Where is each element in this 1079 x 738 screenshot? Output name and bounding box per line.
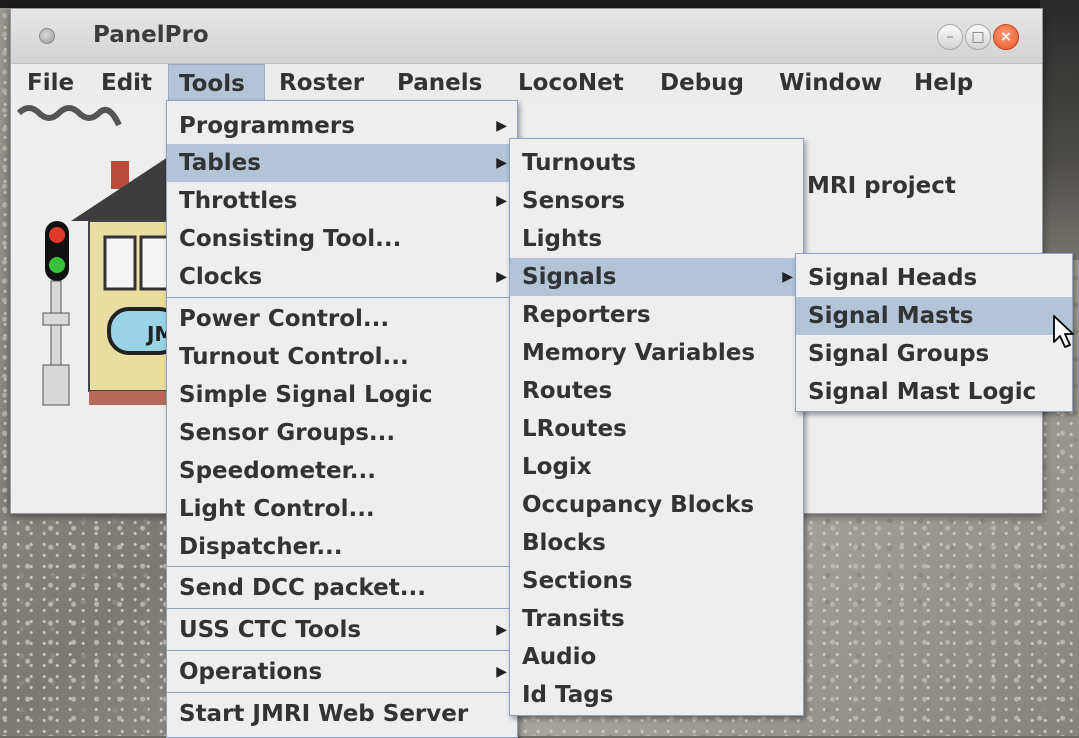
- arrow-right-icon: ▶: [496, 622, 507, 638]
- menu-item-logix[interactable]: Logix: [510, 448, 803, 486]
- menu-item-dispatcher[interactable]: Dispatcher...: [167, 528, 517, 566]
- arrow-right-icon: ▶: [496, 155, 507, 171]
- menu-roster[interactable]: Roster: [269, 64, 374, 102]
- desktop-edge: [1040, 0, 1079, 260]
- tools-menu: Programmers ▶ Tables ▶ Throttles ▶ Consisti…: [166, 100, 518, 738]
- arrow-right-icon: ▶: [496, 118, 507, 134]
- menu-item-speedometer[interactable]: Speedometer...: [167, 452, 517, 490]
- menu-bar: File Edit Tools Roster Panels LocoNet De…: [11, 64, 1042, 102]
- signal-light-icon: [42, 221, 70, 406]
- close-button[interactable]: ×: [993, 24, 1019, 50]
- menu-item-uss-ctc-tools[interactable]: USS CTC Tools ▶: [167, 611, 517, 649]
- menu-item-light-control[interactable]: Light Control...: [167, 490, 517, 528]
- menu-item-signal-heads[interactable]: Signal Heads: [796, 259, 1072, 297]
- menu-window[interactable]: Window: [769, 64, 892, 102]
- menu-item-reporters[interactable]: Reporters: [510, 296, 803, 334]
- window-menu-icon[interactable]: [39, 28, 55, 44]
- menu-item-tables[interactable]: Tables ▶: [167, 144, 517, 182]
- menu-item-turnouts[interactable]: Turnouts: [510, 144, 803, 182]
- background-text: MRI project: [807, 173, 956, 199]
- signals-submenu: Signal Heads Signal Masts Signal Groups …: [795, 253, 1073, 412]
- menu-item-lroutes[interactable]: LRoutes: [510, 410, 803, 448]
- mouse-pointer-icon: [1053, 315, 1074, 348]
- smoke-swirl: [16, 105, 122, 127]
- arrow-right-icon: ▶: [496, 269, 507, 285]
- menu-item-signal-mast-logic[interactable]: Signal Mast Logic: [796, 373, 1072, 411]
- menu-debug[interactable]: Debug: [650, 64, 754, 102]
- menu-item-audio[interactable]: Audio: [510, 638, 803, 676]
- menu-item-clocks[interactable]: Clocks ▶: [167, 258, 517, 296]
- menu-item-routes[interactable]: Routes: [510, 372, 803, 410]
- menu-item-blocks[interactable]: Blocks: [510, 524, 803, 562]
- arrow-right-icon: ▶: [782, 269, 793, 285]
- menu-item-sensors[interactable]: Sensors: [510, 182, 803, 220]
- menu-edit[interactable]: Edit: [91, 64, 162, 102]
- menu-panels[interactable]: Panels: [387, 64, 492, 102]
- menu-file[interactable]: File: [17, 64, 84, 102]
- menu-separator: [167, 566, 517, 567]
- house-logo-icon: JM: [16, 105, 171, 406]
- title-bar[interactable]: PanelPro – □ ×: [11, 9, 1042, 64]
- menu-tools[interactable]: Tools: [168, 64, 265, 102]
- menu-item-id-tags[interactable]: Id Tags: [510, 676, 803, 714]
- menu-item-occupancy-blocks[interactable]: Occupancy Blocks: [510, 486, 803, 524]
- menu-item-consisting-tool[interactable]: Consisting Tool...: [167, 220, 517, 258]
- menu-loconet[interactable]: LocoNet: [508, 64, 634, 102]
- menu-item-signal-masts[interactable]: Signal Masts: [796, 297, 1072, 335]
- menu-help[interactable]: Help: [904, 64, 983, 102]
- window-title: PanelPro: [93, 22, 209, 48]
- menu-item-power-control[interactable]: Power Control...: [167, 300, 517, 338]
- menu-item-simple-signal-logic[interactable]: Simple Signal Logic: [167, 376, 517, 414]
- menu-item-sensor-groups[interactable]: Sensor Groups...: [167, 414, 517, 452]
- arrow-right-icon: ▶: [496, 664, 507, 680]
- menu-item-send-dcc-packet[interactable]: Send DCC packet...: [167, 569, 517, 607]
- menu-item-turnout-control[interactable]: Turnout Control...: [167, 338, 517, 376]
- menu-item-memory-variables[interactable]: Memory Variables: [510, 334, 803, 372]
- house-window-1: [103, 235, 137, 291]
- top-strip: [0, 0, 1079, 8]
- tables-submenu: Turnouts Sensors Lights Signals ▶ Reporte…: [509, 138, 804, 716]
- arrow-right-icon: ▶: [496, 193, 507, 209]
- menu-item-sections[interactable]: Sections: [510, 562, 803, 600]
- menu-item-signals[interactable]: Signals ▶: [510, 258, 803, 296]
- menu-separator: [167, 608, 517, 609]
- menu-separator: [167, 297, 517, 298]
- menu-item-operations[interactable]: Operations ▶: [167, 653, 517, 691]
- house-base: [89, 391, 171, 405]
- minimize-button[interactable]: –: [937, 24, 963, 50]
- menu-item-throttles[interactable]: Throttles ▶: [167, 182, 517, 220]
- menu-item-lights[interactable]: Lights: [510, 220, 803, 258]
- menu-item-programmers[interactable]: Programmers ▶: [167, 107, 517, 145]
- menu-item-transits[interactable]: Transits: [510, 600, 803, 638]
- menu-item-signal-groups[interactable]: Signal Groups: [796, 335, 1072, 373]
- menu-separator: [167, 650, 517, 651]
- menu-separator: [167, 692, 517, 693]
- maximize-button[interactable]: □: [965, 24, 991, 50]
- menu-item-start-jmri-web-server[interactable]: Start JMRI Web Server: [167, 695, 517, 733]
